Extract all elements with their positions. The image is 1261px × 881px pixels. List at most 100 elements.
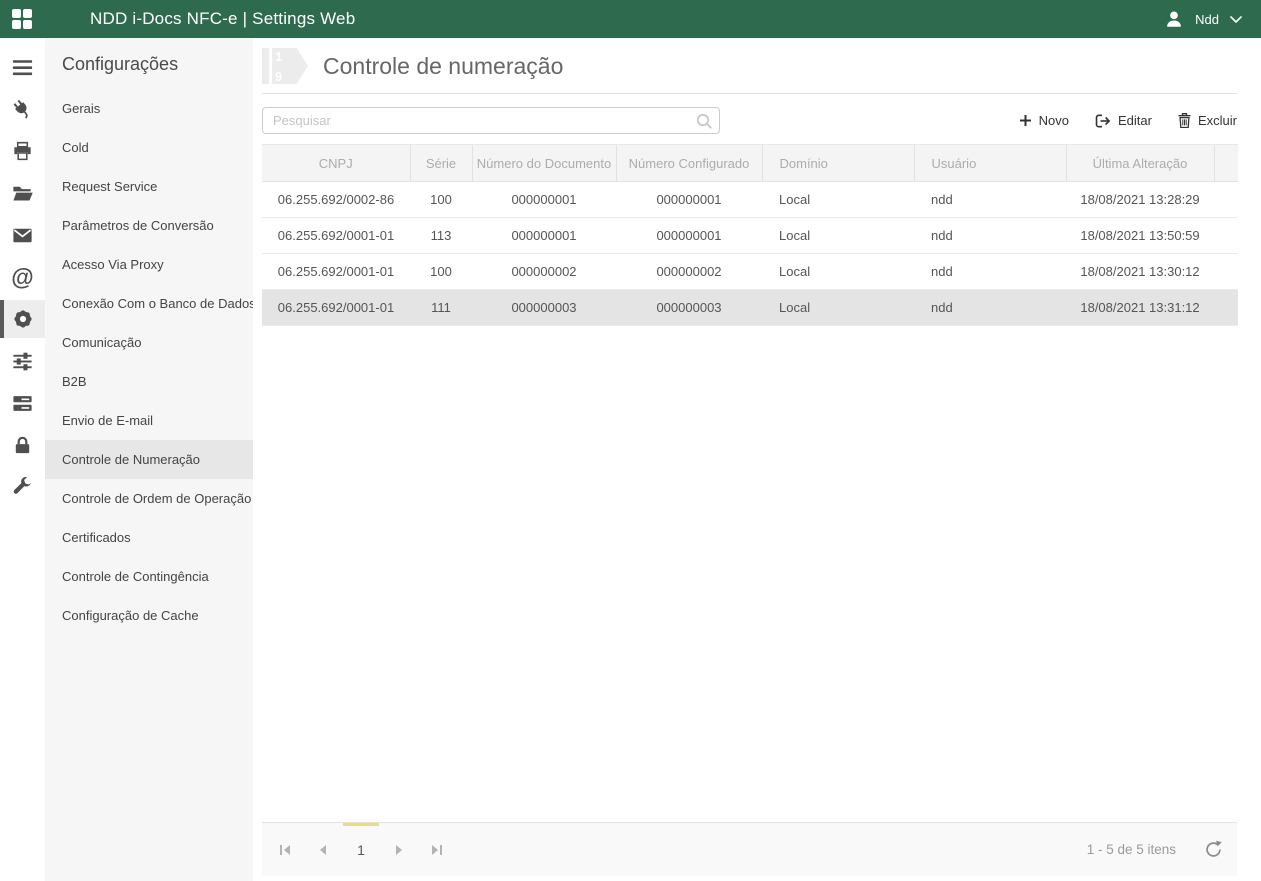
sliders-icon [11, 350, 34, 373]
new-button-label: Novo [1039, 113, 1069, 128]
cell-usuario: ndd [914, 290, 1066, 326]
rail-item-sliders[interactable] [0, 342, 45, 380]
numbering-icon-bottom-digit: 9 [275, 70, 308, 83]
sidebar-item-configuracao-cache[interactable]: Configuração de Cache [45, 596, 253, 635]
at-icon: @ [11, 266, 33, 289]
rail-item-at[interactable]: @ [0, 258, 45, 296]
current-page[interactable]: 1 [342, 823, 380, 876]
cell-ultima-alteracao: 18/08/2021 13:30:12 [1066, 254, 1214, 290]
previous-page-button[interactable] [304, 823, 342, 876]
search-input[interactable] [262, 107, 720, 134]
cell-spacer [1214, 290, 1238, 326]
plug-icon [11, 98, 34, 121]
cell-serie: 100 [410, 182, 472, 218]
cell-numero-configurado: 000000001 [616, 218, 762, 254]
sidebar-item-parametros-conversao[interactable]: Parâmetros de Conversão [45, 206, 253, 245]
refresh-button[interactable] [1204, 840, 1223, 859]
cell-usuario: ndd [914, 182, 1066, 218]
trash-icon [1178, 113, 1191, 128]
sidebar-item-controle-ordem-operacao[interactable]: Controle de Ordem de Operação [45, 479, 253, 518]
column-header-spacer [1214, 145, 1238, 182]
rail-item-menu[interactable] [0, 48, 45, 86]
sidebar-item-request-service[interactable]: Request Service [45, 167, 253, 206]
table-row[interactable]: 06.255.692/0001-01 113 000000001 0000000… [262, 218, 1238, 254]
cell-numero-configurado: 000000003 [616, 290, 762, 326]
cell-dominio: Local [762, 290, 914, 326]
column-header-ultima-alteracao[interactable]: Última Alteração [1066, 145, 1214, 182]
cell-cnpj: 06.255.692/0001-01 [262, 290, 410, 326]
sidebar-item-b2b[interactable]: B2B [45, 362, 253, 401]
cell-serie: 100 [410, 254, 472, 290]
chevron-down-icon [1229, 15, 1243, 24]
page-title: Controle de numeração [323, 53, 563, 80]
last-page-button[interactable] [418, 823, 456, 876]
cell-cnpj: 06.255.692/0002-86 [262, 182, 410, 218]
app-title: NDD i-Docs NFC-e | Settings Web [90, 9, 355, 29]
user-menu[interactable]: Ndd [1163, 8, 1243, 30]
numbering-table: CNPJ Série Número do Documento Número Co… [262, 144, 1238, 326]
pager: 1 1 - 5 de 5 itens [262, 822, 1237, 876]
sidebar-item-gerais[interactable]: Gerais [45, 89, 253, 128]
next-page-button[interactable] [380, 823, 418, 876]
cell-dominio: Local [762, 254, 914, 290]
rail-item-plug[interactable] [0, 90, 45, 128]
cell-numero-documento: 000000001 [472, 182, 616, 218]
user-icon [1163, 8, 1185, 30]
cell-ultima-alteracao: 18/08/2021 13:50:59 [1066, 218, 1214, 254]
sidebar-title: Configurações [45, 54, 253, 75]
column-header-serie[interactable]: Série [410, 145, 472, 182]
first-page-button[interactable] [266, 823, 304, 876]
user-name: Ndd [1195, 12, 1219, 27]
cell-spacer [1214, 254, 1238, 290]
column-header-numero-configurado[interactable]: Número Configurado [616, 145, 762, 182]
rail-item-folder[interactable] [0, 174, 45, 212]
app-grid-icon[interactable] [12, 9, 32, 29]
sidebar-item-conexao-banco-dados[interactable]: Conexão Com o Banco de Dados [45, 284, 253, 323]
previous-page-icon [318, 844, 328, 856]
server-icon [11, 392, 34, 415]
edit-button[interactable]: Editar [1095, 113, 1152, 128]
items-info: 1 - 5 de 5 itens [1087, 842, 1176, 857]
settings-sidebar: Configurações Gerais Cold Request Servic… [45, 38, 253, 881]
cell-spacer [1214, 218, 1238, 254]
top-bar: NDD i-Docs NFC-e | Settings Web Ndd [0, 0, 1261, 38]
cell-numero-documento: 000000002 [472, 254, 616, 290]
column-header-dominio[interactable]: Domínio [762, 145, 914, 182]
column-header-usuario[interactable]: Usuário [914, 145, 1066, 182]
rail-item-wrench[interactable] [0, 468, 45, 506]
sidebar-item-envio-email[interactable]: Envio de E-mail [45, 401, 253, 440]
sidebar-item-controle-numeracao[interactable]: Controle de Numeração [45, 440, 253, 479]
delete-button[interactable]: Excluir [1178, 113, 1237, 128]
rail-item-lock[interactable] [0, 426, 45, 464]
table-row[interactable]: 06.255.692/0002-86 100 000000001 0000000… [262, 182, 1238, 218]
sidebar-item-acesso-via-proxy[interactable]: Acesso Via Proxy [45, 245, 253, 284]
rail-item-server[interactable] [0, 384, 45, 422]
cell-serie: 113 [410, 218, 472, 254]
column-header-cnpj[interactable]: CNPJ [262, 145, 410, 182]
numbering-icon: 1 9 [262, 48, 308, 84]
new-button[interactable]: Novo [1019, 113, 1069, 128]
first-page-icon [278, 844, 292, 856]
cell-numero-configurado: 000000001 [616, 182, 762, 218]
main-content: 1 9 Controle de numeração Novo Editar [253, 38, 1261, 881]
sidebar-item-comunicacao[interactable]: Comunicação [45, 323, 253, 362]
sidebar-item-cold[interactable]: Cold [45, 128, 253, 167]
rail-item-settings[interactable] [0, 300, 45, 338]
table-row[interactable]: 06.255.692/0001-01 100 000000002 0000000… [262, 254, 1238, 290]
table-row-selected[interactable]: 06.255.692/0001-01 111 000000003 0000000… [262, 290, 1238, 326]
action-buttons: Novo Editar Excluir [1019, 113, 1237, 128]
rail-item-printer[interactable] [0, 132, 45, 170]
cell-dominio: Local [762, 182, 914, 218]
edit-button-label: Editar [1118, 113, 1152, 128]
column-header-numero-documento[interactable]: Número do Documento [472, 145, 616, 182]
rail-item-envelope[interactable] [0, 216, 45, 254]
lock-icon [11, 434, 34, 457]
cell-ultima-alteracao: 18/08/2021 13:28:29 [1066, 182, 1214, 218]
search-icon[interactable] [696, 113, 713, 130]
sidebar-item-certificados[interactable]: Certificados [45, 518, 253, 557]
search-box [262, 107, 720, 134]
cell-numero-documento: 000000001 [472, 218, 616, 254]
plus-icon [1019, 114, 1032, 127]
content-spacer [262, 326, 1237, 822]
sidebar-item-controle-contingencia[interactable]: Controle de Contingência [45, 557, 253, 596]
